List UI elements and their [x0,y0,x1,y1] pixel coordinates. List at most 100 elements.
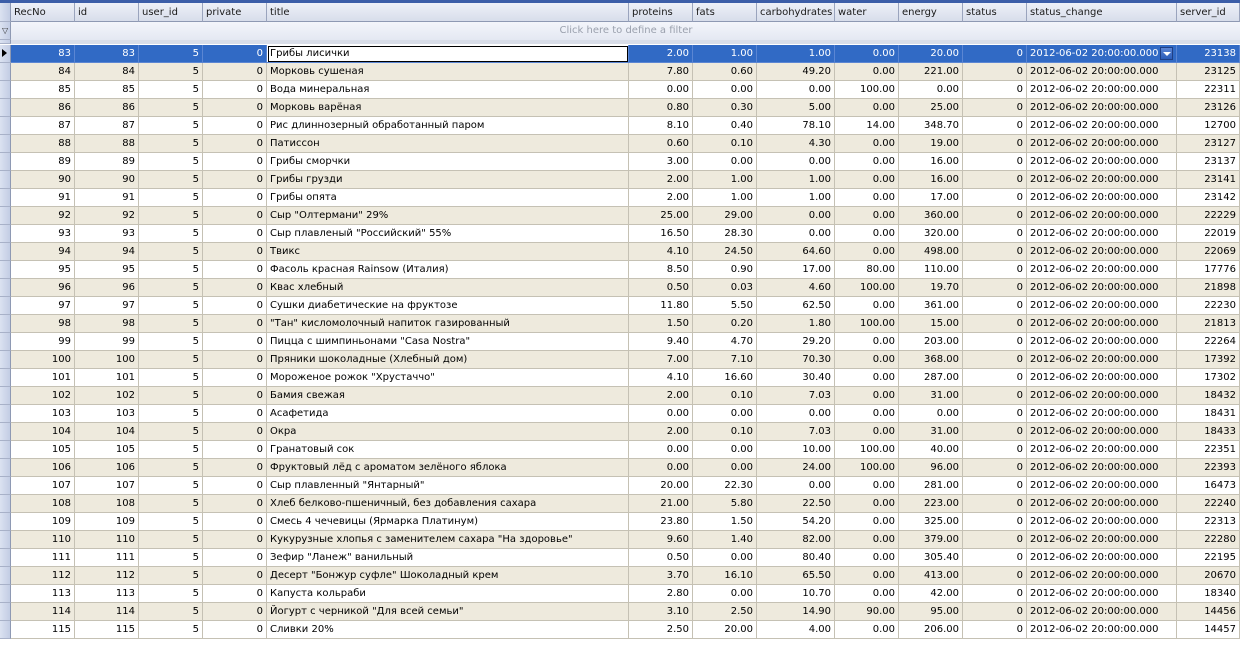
table-row[interactable]: 95 95 5 0 Фасоль красная Rainsow (Италия) 8.5… [0,261,1240,279]
cell-status-change[interactable]: 2012-06-02 20:00:00.000 [1027,243,1177,261]
cell-energy[interactable]: 368.00 [899,351,963,369]
cell-private[interactable]: 0 [203,477,267,495]
cell-title[interactable]: Сыр плавленый "Российский" 55% [267,225,629,243]
cell-carbohydrates[interactable]: 1.00 [757,171,835,189]
row-indicator[interactable] [0,549,11,567]
cell-status-change[interactable]: 2012-06-02 20:00:00.000 [1027,387,1177,405]
cell-proteins[interactable]: 4.10 [629,243,693,261]
cell-status-change[interactable]: 2012-06-02 20:00:00.000 [1027,603,1177,621]
cell-server-id[interactable]: 17302 [1177,369,1240,387]
cell-id[interactable]: 94 [75,243,139,261]
cell-water[interactable]: 0.00 [835,549,899,567]
cell-recno[interactable]: 94 [11,243,75,261]
cell-user-id[interactable]: 5 [139,153,203,171]
cell-water[interactable]: 0.00 [835,297,899,315]
cell-carbohydrates[interactable]: 4.30 [757,135,835,153]
cell-carbohydrates[interactable]: 30.40 [757,369,835,387]
row-indicator[interactable] [0,315,11,333]
cell-user-id[interactable]: 5 [139,369,203,387]
cell-recno[interactable]: 83 [11,45,75,63]
cell-title[interactable]: Грибы грузди [267,171,629,189]
cell-server-id[interactable]: 23142 [1177,189,1240,207]
cell-user-id[interactable]: 5 [139,135,203,153]
cell-id[interactable]: 102 [75,387,139,405]
cell-carbohydrates[interactable]: 65.50 [757,567,835,585]
cell-status[interactable]: 0 [963,207,1027,225]
cell-recno[interactable]: 97 [11,297,75,315]
cell-status-change[interactable]: 2012-06-02 20:00:00.000 [1027,333,1177,351]
cell-recno[interactable]: 89 [11,153,75,171]
cell-id[interactable]: 101 [75,369,139,387]
cell-server-id[interactable]: 17776 [1177,261,1240,279]
cell-status-change[interactable]: 2012-06-02 20:00:00.000 [1027,63,1177,81]
cell-private[interactable]: 0 [203,459,267,477]
cell-carbohydrates[interactable]: 80.40 [757,549,835,567]
cell-water[interactable]: 0.00 [835,531,899,549]
table-row[interactable]: 85 85 5 0 Вода минеральная 0.00 0.00 0.00 100.00… [0,81,1240,99]
cell-carbohydrates[interactable]: 78.10 [757,117,835,135]
table-row[interactable]: 114 114 5 0 Йогурт с черникой "Для всей семь… [0,603,1240,621]
cell-carbohydrates[interactable]: 64.60 [757,243,835,261]
row-indicator[interactable] [0,279,11,297]
cell-energy[interactable]: 348.70 [899,117,963,135]
cell-fats[interactable]: 0.30 [693,99,757,117]
cell-user-id[interactable]: 5 [139,261,203,279]
cell-carbohydrates[interactable]: 1.00 [757,189,835,207]
cell-user-id[interactable]: 5 [139,99,203,117]
table-row[interactable]: 106 106 5 0 Фруктовый лёд с ароматом зелёног… [0,459,1240,477]
cell-status[interactable]: 0 [963,603,1027,621]
cell-energy[interactable]: 19.70 [899,279,963,297]
cell-carbohydrates[interactable]: 0.00 [757,81,835,99]
cell-status[interactable]: 0 [963,333,1027,351]
table-row[interactable]: 115 115 5 0 Сливки 20% 2.50 20.00 4.00 0.00 206.0… [0,621,1240,639]
table-row[interactable]: 94 94 5 0 Твикс 4.10 24.50 64.60 0.00 498.00 0 2012… [0,243,1240,261]
cell-server-id[interactable]: 16473 [1177,477,1240,495]
cell-water[interactable]: 0.00 [835,621,899,639]
cell-title[interactable]: Вода минеральная [267,81,629,99]
cell-title[interactable]: Грибы опята [267,189,629,207]
cell-proteins[interactable]: 9.60 [629,531,693,549]
cell-id[interactable]: 100 [75,351,139,369]
cell-status[interactable]: 0 [963,441,1027,459]
row-indicator[interactable] [0,63,11,81]
row-indicator[interactable] [0,297,11,315]
cell-carbohydrates[interactable]: 82.00 [757,531,835,549]
cell-proteins[interactable]: 20.00 [629,477,693,495]
cell-status-change[interactable]: 2012-06-02 20:00:00.000 [1027,495,1177,513]
cell-proteins[interactable]: 3.10 [629,603,693,621]
table-row[interactable]: 86 86 5 0 Морковь варёная 0.80 0.30 5.00 0.00 25.… [0,99,1240,117]
cell-id[interactable]: 112 [75,567,139,585]
cell-status[interactable]: 0 [963,279,1027,297]
cell-fats[interactable]: 0.00 [693,81,757,99]
cell-water[interactable]: 0.00 [835,369,899,387]
cell-recno[interactable]: 98 [11,315,75,333]
cell-server-id[interactable]: 22393 [1177,459,1240,477]
cell-status[interactable]: 0 [963,351,1027,369]
cell-title[interactable]: Пряники шоколадные (Хлебный дом) [267,351,629,369]
cell-carbohydrates[interactable]: 0.00 [757,153,835,171]
cell-water[interactable]: 0.00 [835,567,899,585]
cell-status-change[interactable]: 2012-06-02 20:00:00.000 [1027,135,1177,153]
cell-private[interactable]: 0 [203,441,267,459]
cell-status-change[interactable]: 2012-06-02 20:00:00.000 [1027,279,1177,297]
filter-row[interactable]: ▽ Click here to define a filter [0,22,1240,41]
row-indicator[interactable] [0,405,11,423]
cell-title[interactable]: Грибы лисички [267,45,629,63]
cell-carbohydrates[interactable]: 24.00 [757,459,835,477]
cell-private[interactable]: 0 [203,135,267,153]
column-header-title[interactable]: title [267,3,629,22]
cell-title[interactable]: Сливки 20% [267,621,629,639]
cell-status-change[interactable]: 2012-06-02 20:00:00.000 [1027,261,1177,279]
cell-title[interactable]: Морковь варёная [267,99,629,117]
cell-private[interactable]: 0 [203,351,267,369]
cell-status[interactable]: 0 [963,387,1027,405]
cell-status[interactable]: 0 [963,315,1027,333]
cell-status[interactable]: 0 [963,261,1027,279]
table-row[interactable]: 99 99 5 0 Пицца с шимпиньонами "Casa Nostra"… [0,333,1240,351]
cell-energy[interactable]: 96.00 [899,459,963,477]
row-indicator[interactable] [0,387,11,405]
cell-user-id[interactable]: 5 [139,567,203,585]
cell-title[interactable]: Квас хлебный [267,279,629,297]
cell-energy[interactable]: 325.00 [899,513,963,531]
row-indicator[interactable] [0,261,11,279]
